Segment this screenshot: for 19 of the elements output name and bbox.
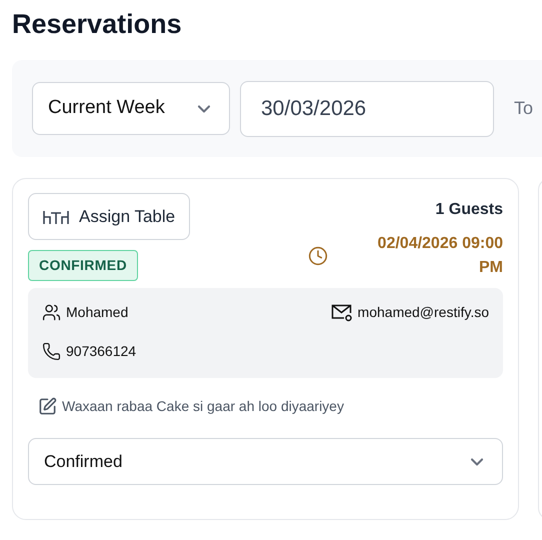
table-icon (43, 208, 69, 224)
reservation-note: Waxaan rabaa Cake si gaar ah loo diyaariyey (62, 397, 344, 416)
from-date-field[interactable]: 30/03/2026 (240, 80, 494, 136)
people-icon (42, 303, 61, 322)
guest-count: 1 Guests (435, 200, 503, 220)
customer-name: Mohamed (66, 303, 128, 322)
phone-icon (42, 342, 61, 361)
clock-icon (308, 246, 328, 266)
customer-phone: 907366124 (66, 342, 136, 361)
assign-table-button[interactable]: Assign Table (28, 193, 190, 240)
to-label: To (514, 97, 534, 120)
note-icon (38, 397, 57, 416)
email-icon (330, 304, 353, 322)
period-select[interactable]: Current Week (32, 82, 230, 135)
status-select[interactable]: Confirmed (28, 438, 503, 485)
page-title: Reservations (12, 8, 182, 41)
reservation-datetime: 02/04/2026 09:00 PM (376, 234, 503, 278)
customer-email: mohamed@restify.so (358, 303, 489, 322)
status-badge: CONFIRMED (28, 250, 138, 281)
